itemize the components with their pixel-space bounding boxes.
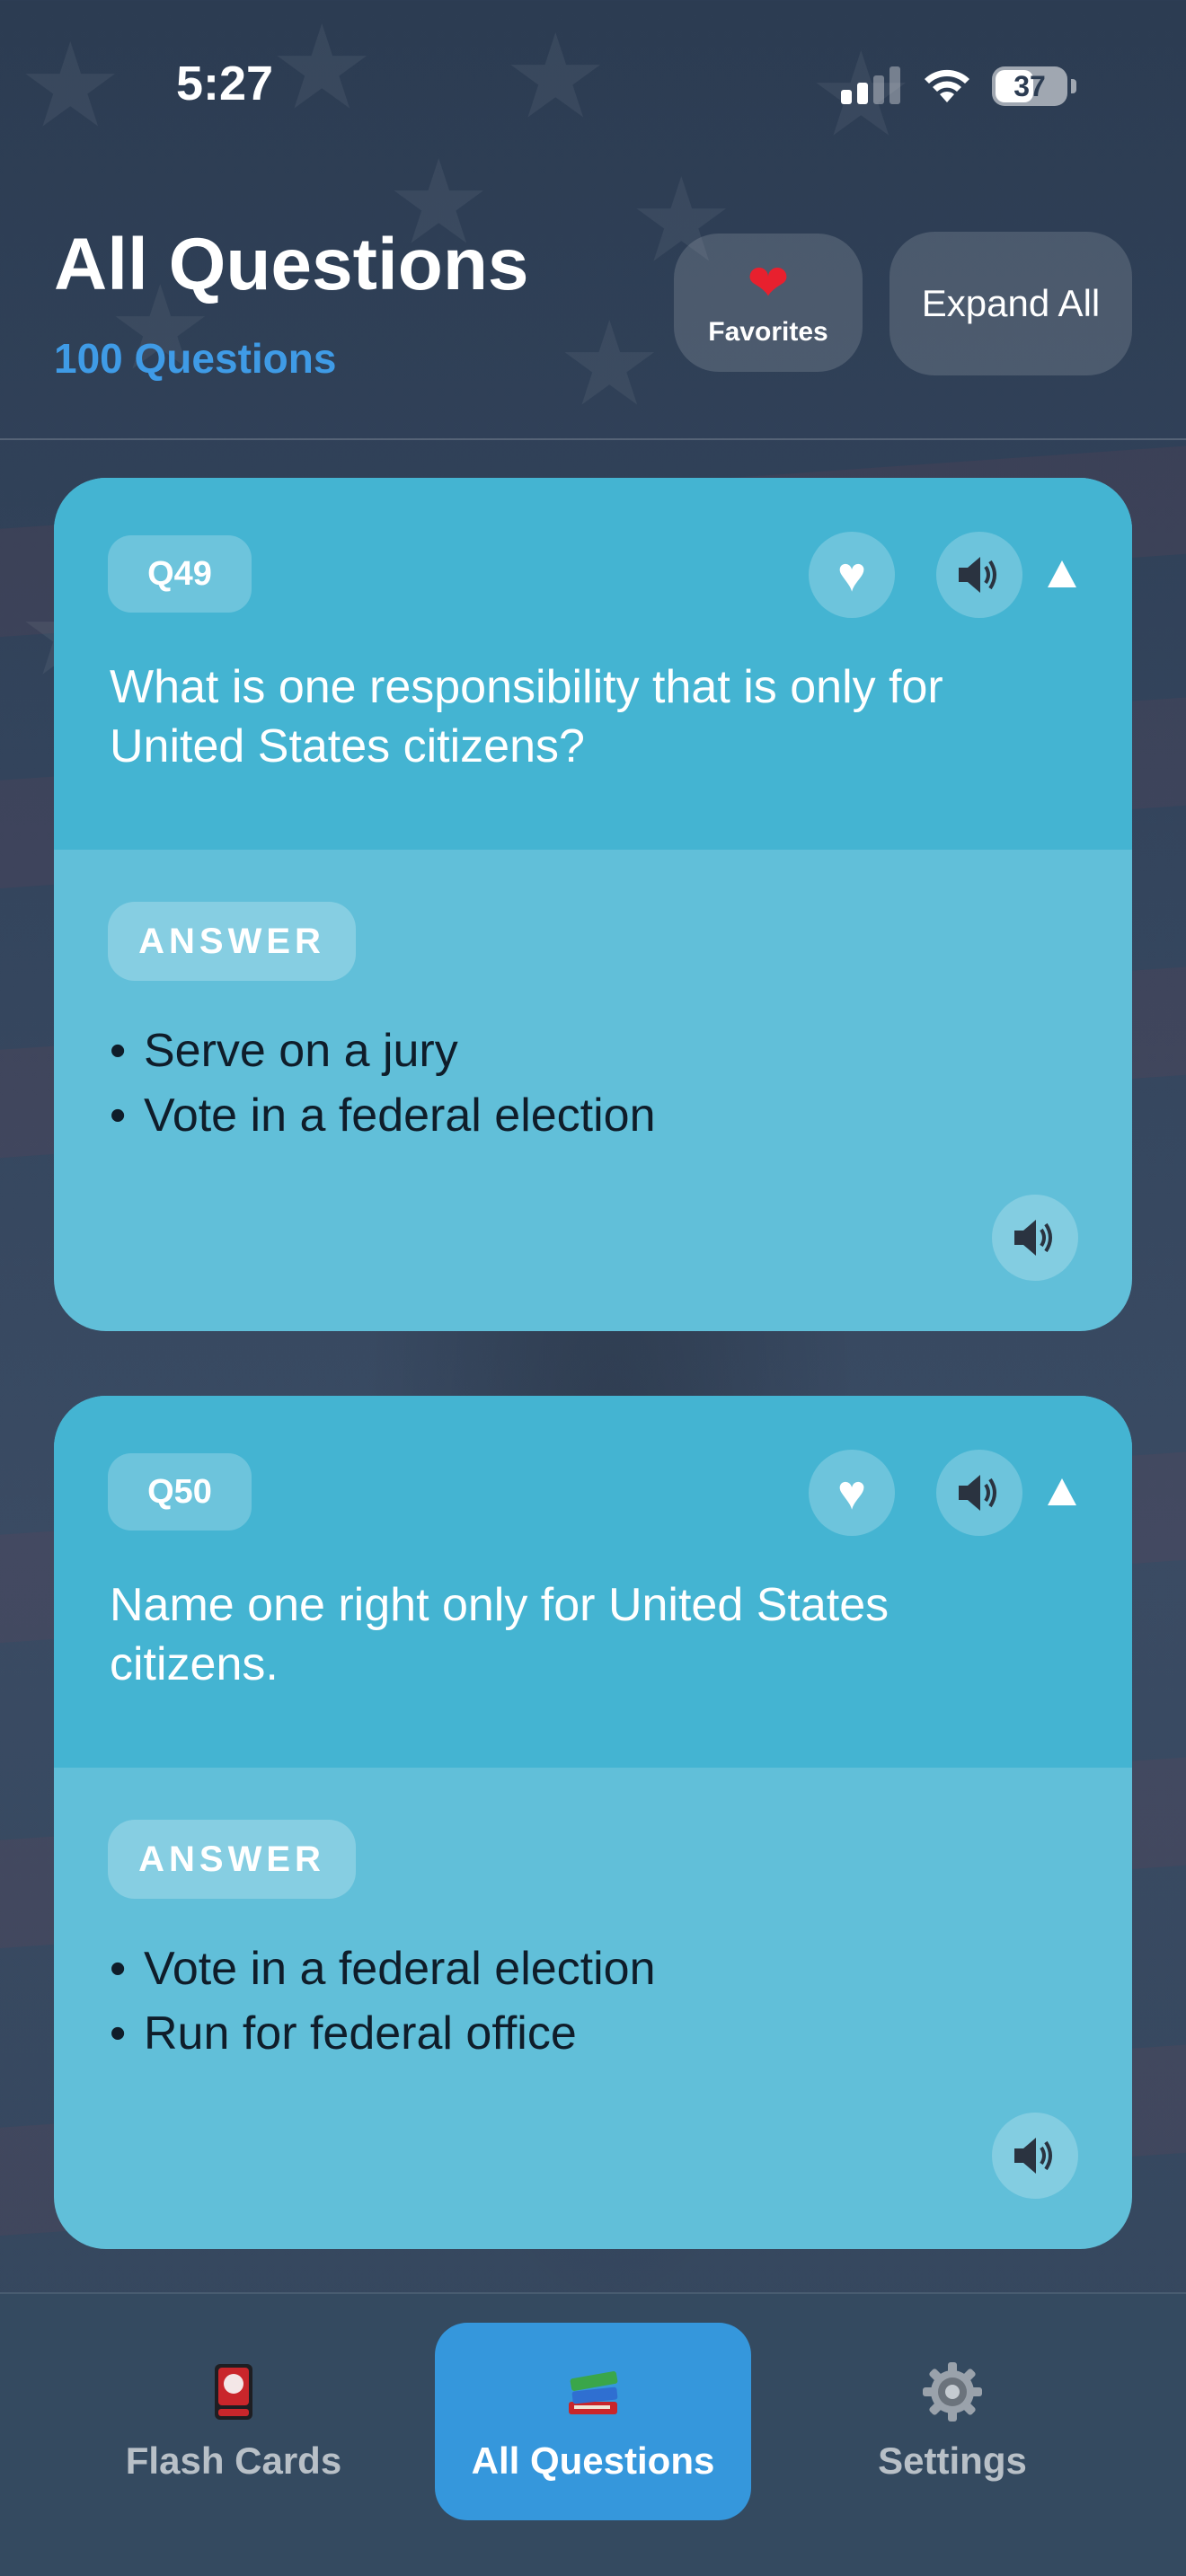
status-bar: 5:27 37 (0, 0, 1186, 171)
question-card: Q50 ♥ Name one right only for United Sta… (54, 1396, 1132, 2249)
question-count: 100 Questions (54, 335, 337, 382)
answer-section: ANSWER • Serve on a jury • Vote in a feder… (54, 850, 1132, 1331)
collapse-chevron-icon[interactable] (1048, 560, 1076, 587)
tab-flash-cards[interactable]: Flash Cards (75, 2323, 392, 2520)
question-card: Q49 ♥ What is one responsibility that is… (54, 478, 1132, 1331)
answer-item: • Vote in a federal election (110, 1943, 656, 1995)
question-number-badge: Q50 (108, 1453, 252, 1531)
question-header[interactable]: Q49 ♥ What is one responsibility that is… (54, 478, 1132, 850)
white-heart-icon: ♥ (836, 1466, 867, 1520)
white-heart-icon: ♥ (836, 548, 867, 602)
speaker-icon (1014, 2138, 1052, 2174)
answer-list: • Vote in a federal election • Run for fed… (110, 1936, 656, 2066)
header-divider (0, 438, 1186, 440)
read-question-button[interactable] (936, 532, 1022, 618)
collapse-chevron-icon[interactable] (1048, 1478, 1076, 1505)
favorite-toggle-button[interactable]: ♥ (809, 532, 895, 618)
speaker-icon (1014, 1220, 1052, 1256)
speaker-icon (959, 1475, 996, 1511)
tab-bar: Flash Cards All Questions Settings (0, 2292, 1186, 2576)
question-number-badge: Q49 (108, 535, 252, 613)
question-text: What is one responsibility that is only … (110, 661, 943, 772)
tab-settings[interactable]: Settings (794, 2323, 1111, 2520)
question-text: Name one right only for United States ci… (110, 1579, 890, 1690)
expand-all-label: Expand All (921, 282, 1101, 324)
favorite-toggle-button[interactable]: ♥ (809, 1450, 895, 1536)
tab-all-questions[interactable]: All Questions (435, 2323, 751, 2520)
cellular-signal-icon (841, 66, 900, 104)
gear-icon (923, 2362, 982, 2422)
battery-icon: 37 (992, 66, 1067, 106)
favorites-button[interactable]: ❤ Favorites (674, 234, 863, 372)
question-header[interactable]: Q50 ♥ Name one right only for United Sta… (54, 1396, 1132, 1768)
flash-card-icon (215, 2364, 252, 2420)
tab-label: Settings (878, 2439, 1027, 2482)
page-title: All Questions (54, 224, 529, 305)
tab-label: Flash Cards (125, 2439, 342, 2482)
answer-list: • Serve on a jury • Vote in a federal elec… (110, 1019, 656, 1148)
answer-item: • Serve on a jury (110, 1025, 458, 1077)
favorites-label: Favorites (708, 317, 828, 347)
status-time: 5:27 (176, 57, 274, 110)
answer-item: • Vote in a federal election (110, 1090, 656, 1142)
answer-item: • Run for federal office (110, 2007, 577, 2060)
speaker-icon (959, 557, 996, 593)
tab-label: All Questions (471, 2439, 715, 2482)
wifi-icon (925, 69, 969, 102)
battery-level-text: 37 (1013, 70, 1046, 102)
read-answer-button[interactable] (992, 1195, 1078, 1281)
books-icon (569, 2371, 618, 2414)
read-answer-button[interactable] (992, 2113, 1078, 2199)
read-question-button[interactable] (936, 1450, 1022, 1536)
answer-label: ANSWER (108, 902, 356, 981)
red-heart-icon: ❤ (747, 254, 790, 311)
expand-all-button[interactable]: Expand All (890, 232, 1132, 375)
answer-section: ANSWER • Vote in a federal election • Run … (54, 1768, 1132, 2249)
answer-label: ANSWER (108, 1820, 356, 1899)
